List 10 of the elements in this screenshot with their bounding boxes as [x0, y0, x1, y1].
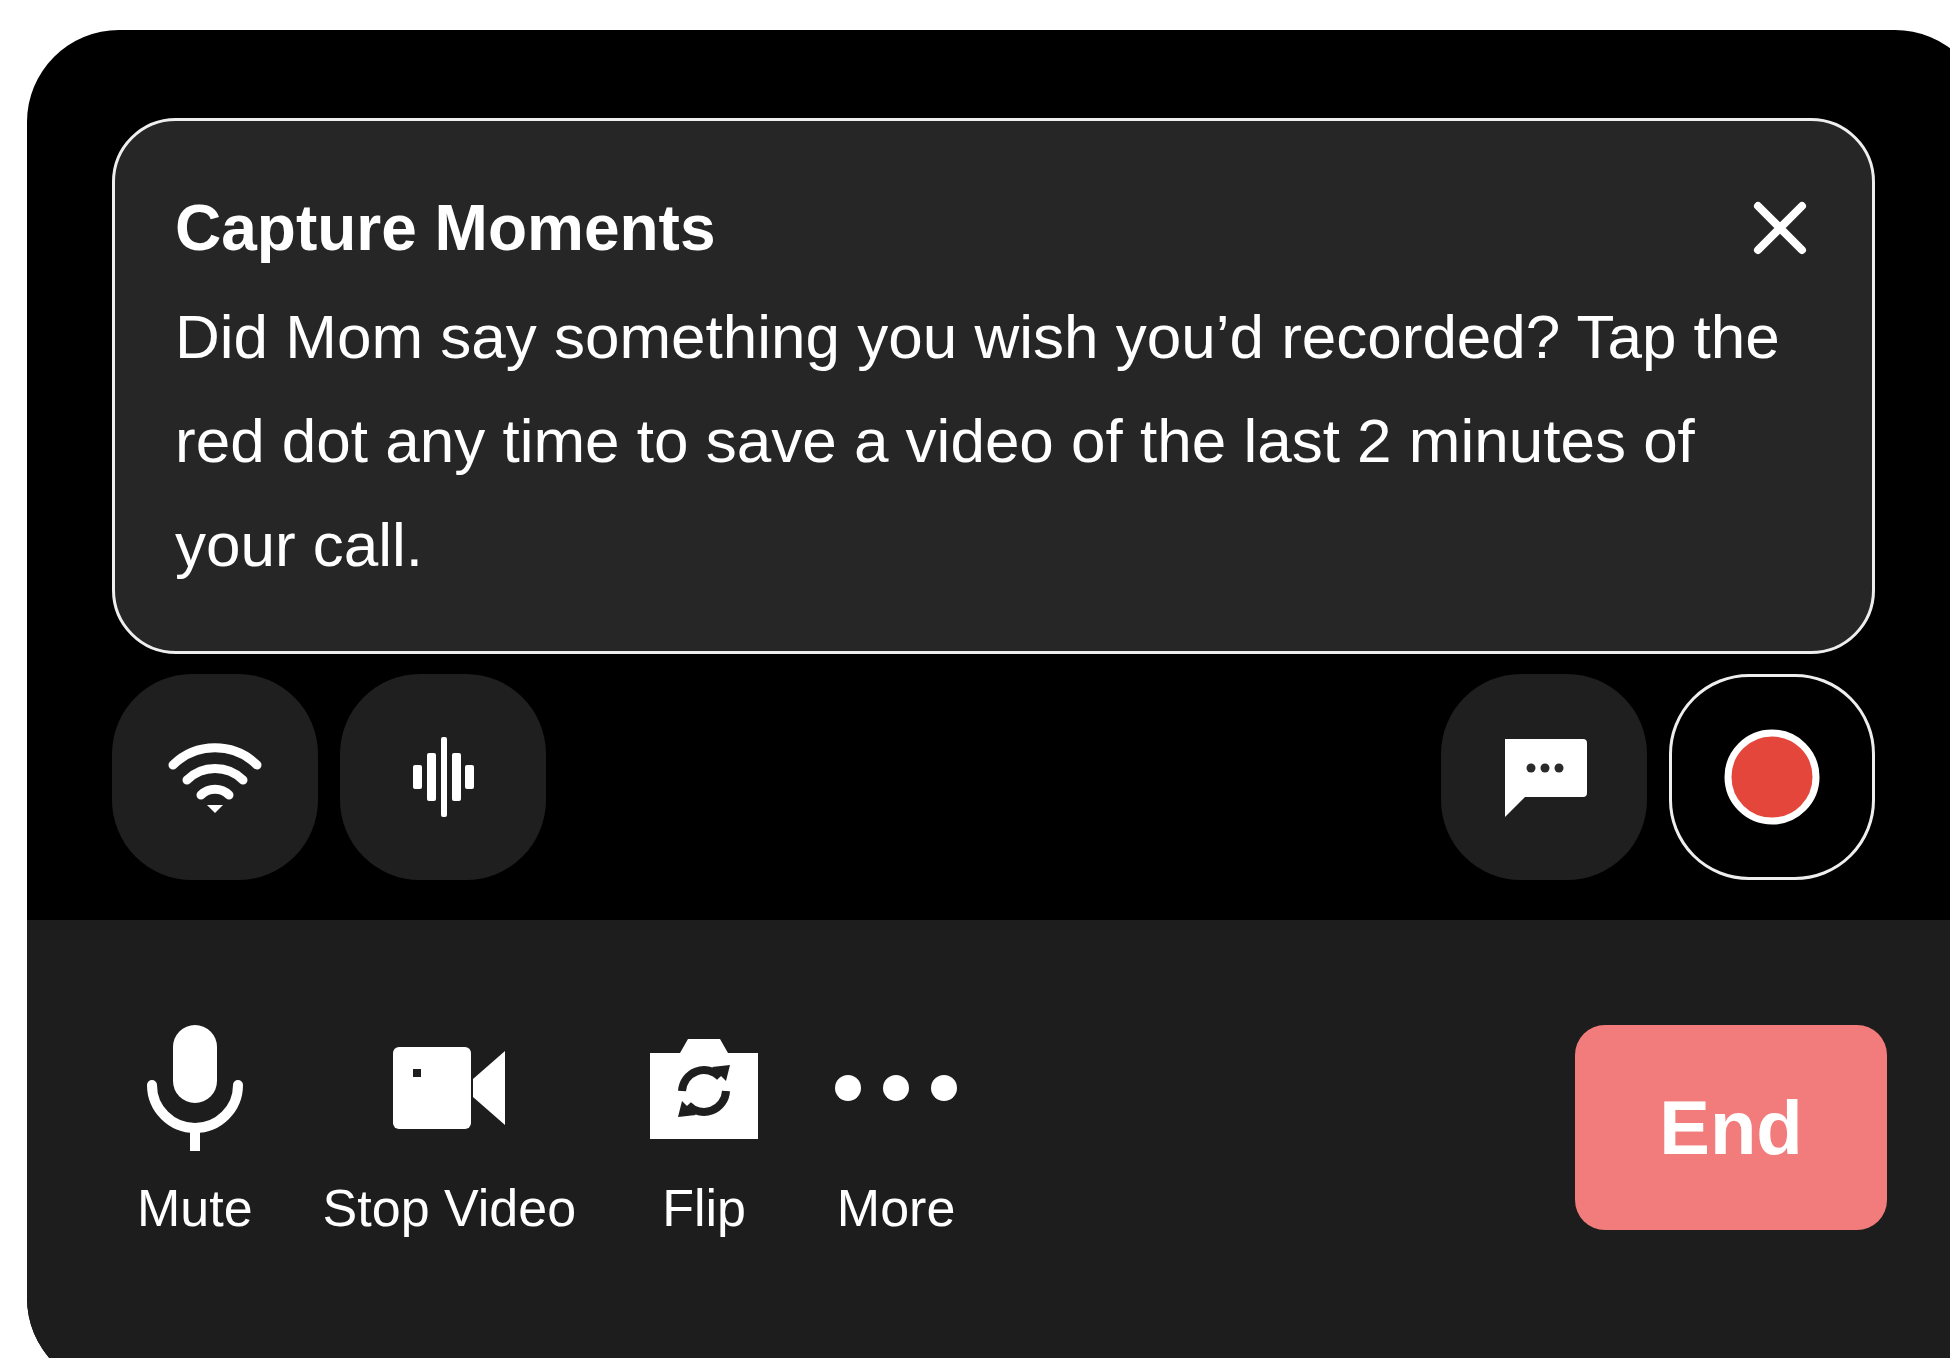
video-button[interactable]: Stop Video [322, 1015, 577, 1238]
close-button[interactable] [1752, 200, 1808, 256]
flip-button[interactable]: Flip [646, 1015, 763, 1238]
tooltip-text: Did Mom say something you wish you’d recorded? Tap the red dot any time to save a video of the last 2 minutes of your call. [175, 301, 1781, 581]
close-icon [1752, 200, 1808, 256]
more-button[interactable]: More [832, 1015, 961, 1238]
tooltip-title: Capture Moments [175, 191, 716, 265]
sound-bars-icon [411, 735, 475, 819]
record-dot-icon [1724, 729, 1820, 825]
mic-button[interactable]: Mute [137, 1015, 253, 1238]
